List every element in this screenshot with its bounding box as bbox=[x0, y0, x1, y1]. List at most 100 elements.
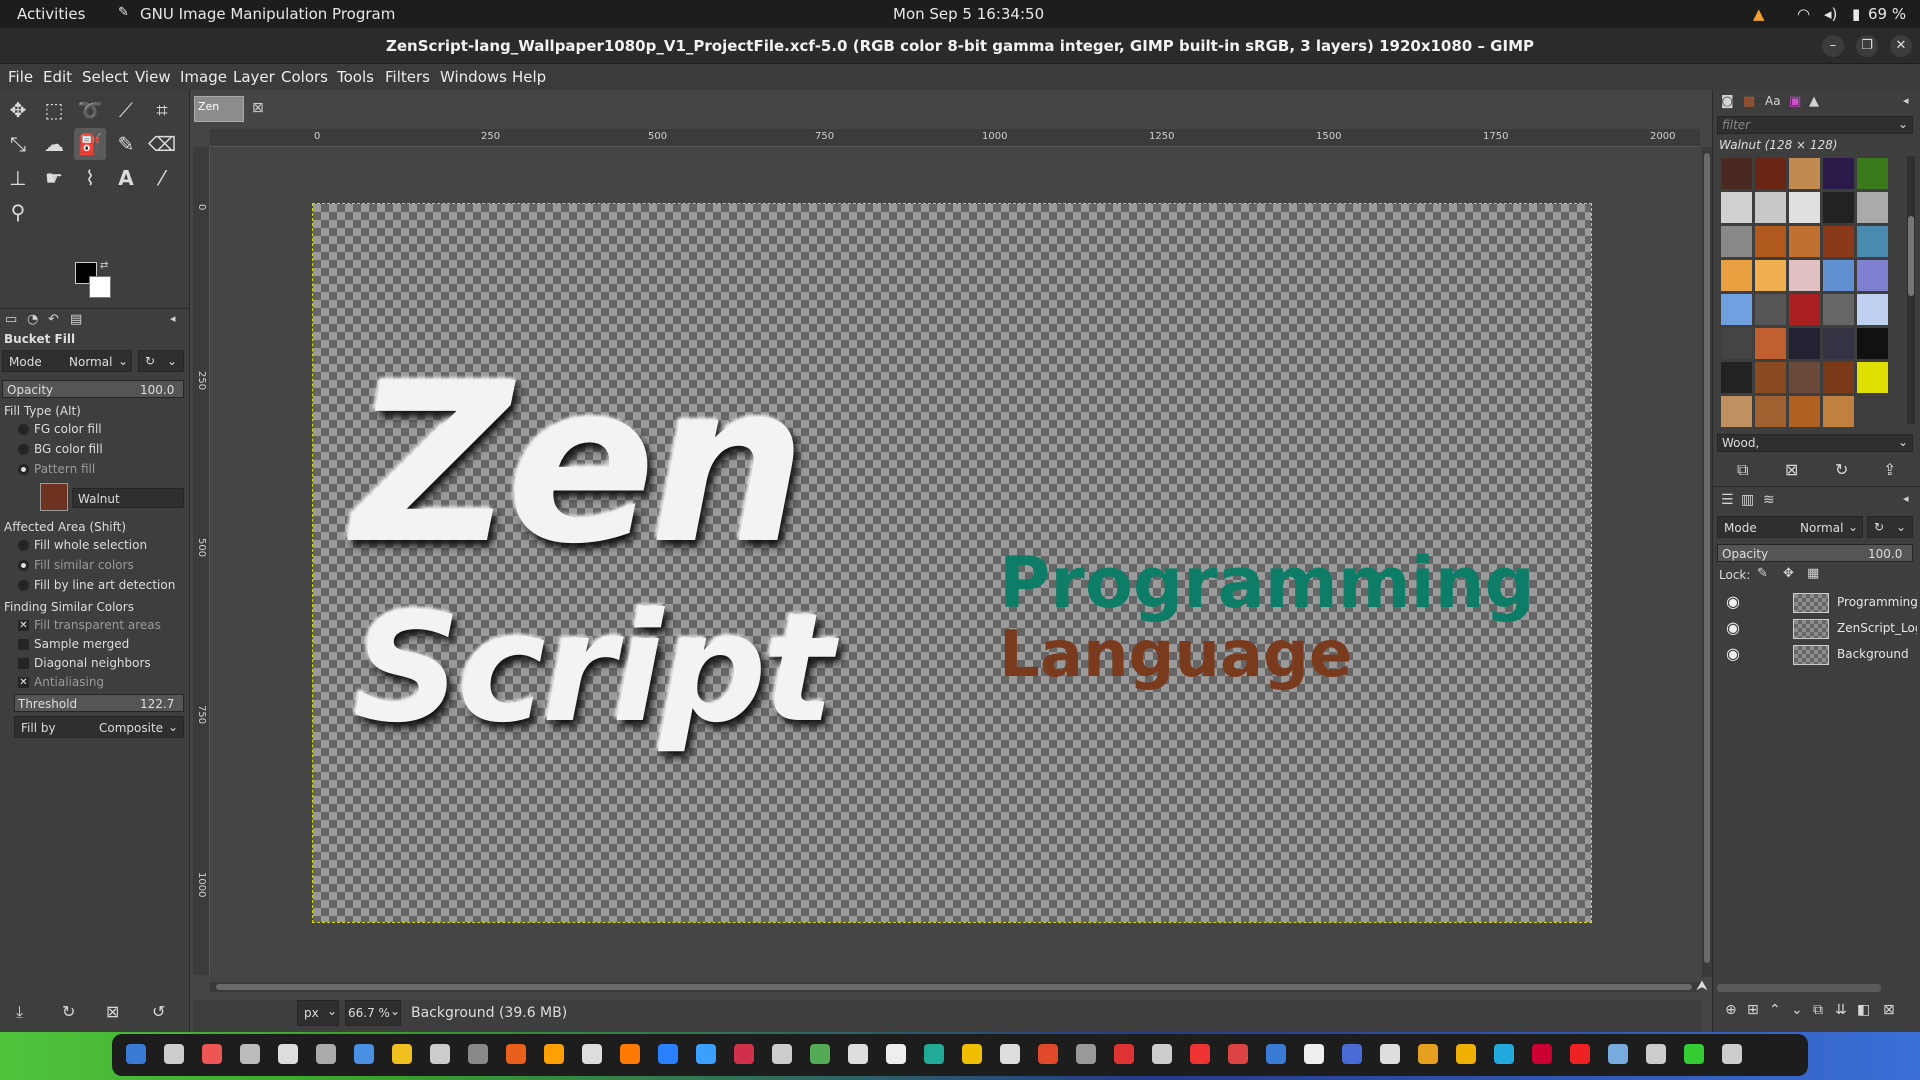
dock-app-icon[interactable] bbox=[1342, 1044, 1362, 1064]
dock-app-icon[interactable] bbox=[1646, 1044, 1666, 1064]
dock-app-icon[interactable] bbox=[1152, 1044, 1172, 1064]
dock-app-icon[interactable] bbox=[1228, 1044, 1248, 1064]
horizontal-scroll-thumb[interactable] bbox=[216, 984, 1692, 990]
menu-select[interactable]: Select bbox=[82, 68, 128, 86]
dock-app-icon[interactable] bbox=[1266, 1044, 1286, 1064]
dock-app-icon[interactable] bbox=[202, 1044, 222, 1064]
pattern-thumbnail[interactable] bbox=[1857, 294, 1888, 325]
gradients-tab-icon[interactable]: ▣ bbox=[1789, 94, 1801, 109]
color-picker-tool-icon[interactable]: ⁄ bbox=[146, 162, 178, 194]
pattern-tag-input[interactable]: Wood, ⌄ bbox=[1717, 434, 1913, 452]
paths-tool-icon[interactable]: ⌇ bbox=[74, 162, 106, 194]
panel-menu-icon[interactable]: ◂ bbox=[1903, 94, 1909, 107]
dock-app-icon[interactable] bbox=[506, 1044, 526, 1064]
lock-alpha-icon[interactable]: ▦ bbox=[1807, 566, 1819, 581]
sample-merged-checkbox[interactable] bbox=[18, 639, 29, 650]
bg-fill-radio[interactable] bbox=[18, 444, 29, 455]
dock-app-icon[interactable] bbox=[658, 1044, 678, 1064]
duplicate-pattern-icon[interactable]: ⧉ bbox=[1737, 460, 1748, 480]
vertical-scroll-thumb[interactable] bbox=[1704, 153, 1710, 963]
mode-select[interactable]: Mode Normal ⌄ bbox=[2, 350, 132, 372]
dock-app-icon[interactable] bbox=[1418, 1044, 1438, 1064]
dock-app-icon[interactable] bbox=[810, 1044, 830, 1064]
dock-app-icon[interactable] bbox=[1684, 1044, 1704, 1064]
fill-whole-selection-label[interactable]: Fill whole selection bbox=[34, 538, 147, 552]
swap-colors-icon[interactable]: ⇄ bbox=[100, 260, 108, 271]
merge-layer-icon[interactable]: ⇊ bbox=[1835, 1002, 1847, 1018]
dock-app-icon[interactable] bbox=[468, 1044, 488, 1064]
warp-tool-icon[interactable]: ☁ bbox=[38, 128, 70, 160]
zoom-tool-icon[interactable]: ⚲ bbox=[2, 196, 34, 228]
channels-tab-icon[interactable]: ▥ bbox=[1741, 492, 1754, 508]
fill-whole-selection-radio[interactable] bbox=[18, 540, 29, 551]
menu-windows[interactable]: Windows bbox=[440, 68, 507, 86]
crop-tool-icon[interactable]: ⌗ bbox=[146, 94, 178, 126]
fg-fill-label[interactable]: FG color fill bbox=[34, 422, 102, 436]
new-group-icon[interactable]: ⊞ bbox=[1747, 1002, 1759, 1018]
dock-app-icon[interactable] bbox=[582, 1044, 602, 1064]
undo-history-tab-icon[interactable]: ↶ bbox=[48, 312, 59, 327]
menu-help[interactable]: Help bbox=[512, 68, 546, 86]
diagonal-neighbors-label[interactable]: Diagonal neighbors bbox=[34, 656, 151, 670]
threshold-slider[interactable]: Threshold 122.7 bbox=[14, 694, 184, 712]
dock-app-icon[interactable] bbox=[772, 1044, 792, 1064]
antialiasing-checkbox[interactable]: ✕ bbox=[18, 677, 29, 688]
reset-options-icon[interactable]: ↺ bbox=[152, 1002, 165, 1021]
pattern-scroll-thumb[interactable] bbox=[1908, 216, 1914, 296]
dock-app-icon[interactable] bbox=[1494, 1044, 1514, 1064]
pattern-thumbnail[interactable] bbox=[1823, 328, 1854, 359]
dock-app-icon[interactable] bbox=[240, 1044, 260, 1064]
clone-tool-icon[interactable]: ⊥ bbox=[2, 162, 34, 194]
pattern-thumbnail[interactable] bbox=[1823, 294, 1854, 325]
mask-layer-icon[interactable]: ◧ bbox=[1857, 1002, 1870, 1018]
bg-fill-label[interactable]: BG color fill bbox=[34, 442, 103, 456]
delete-options-icon[interactable]: ⊠ bbox=[106, 1002, 119, 1021]
dock-app-icon[interactable] bbox=[734, 1044, 754, 1064]
rect-select-tool-icon[interactable]: ⬚ bbox=[38, 94, 70, 126]
horizontal-scrollbar[interactable] bbox=[210, 982, 1700, 992]
dock-app-icon[interactable] bbox=[278, 1044, 298, 1064]
raise-layer-icon[interactable]: ⌃ bbox=[1769, 1002, 1781, 1018]
vertical-scrollbar[interactable] bbox=[1702, 147, 1712, 977]
pattern-thumbnail[interactable] bbox=[1857, 158, 1888, 189]
fill-transparent-checkbox[interactable]: ✕ bbox=[18, 620, 29, 631]
menu-file[interactable]: File bbox=[8, 68, 33, 86]
image-tab[interactable]: Zen bbox=[194, 96, 244, 122]
layer-mode-reset[interactable]: ↻ ⌄ bbox=[1867, 516, 1913, 538]
dock-app-icon[interactable] bbox=[1722, 1044, 1742, 1064]
horizontal-ruler[interactable]: 0 250 500 750 1000 1250 1500 1750 2000 bbox=[210, 129, 1700, 147]
wifi-icon[interactable]: ◠ bbox=[1797, 5, 1810, 23]
navigate-icon[interactable]: ⮝ bbox=[1696, 978, 1708, 994]
panel-menu-icon[interactable]: ◂ bbox=[1903, 492, 1909, 505]
pattern-thumbnail[interactable] bbox=[1789, 158, 1820, 189]
close-button[interactable]: ✕ bbox=[1890, 35, 1912, 57]
dock-app-icon[interactable] bbox=[1038, 1044, 1058, 1064]
fonts-tab-icon[interactable]: Aa bbox=[1765, 94, 1781, 108]
dock-app-icon[interactable] bbox=[164, 1044, 184, 1064]
dock-app-icon[interactable] bbox=[1456, 1044, 1476, 1064]
maximize-button[interactable]: ❐ bbox=[1856, 35, 1878, 57]
volume-icon[interactable]: ◂) bbox=[1824, 5, 1837, 23]
dock-app-icon[interactable] bbox=[1532, 1044, 1552, 1064]
pattern-thumbnail[interactable] bbox=[1823, 158, 1854, 189]
eye-icon[interactable]: ◉ bbox=[1726, 592, 1740, 611]
dock-app-icon[interactable] bbox=[126, 1044, 146, 1064]
open-pattern-icon[interactable]: ⇪ bbox=[1883, 460, 1896, 479]
dock-app-icon[interactable] bbox=[1304, 1044, 1324, 1064]
images-tab-icon[interactable]: ▤ bbox=[70, 312, 82, 327]
pattern-thumbnail[interactable] bbox=[1755, 226, 1786, 257]
brushes-tab-icon[interactable]: ◙ bbox=[1721, 94, 1734, 109]
battery-icon[interactable]: ▮ bbox=[1852, 5, 1860, 23]
pattern-thumbnail[interactable] bbox=[1857, 192, 1888, 223]
pattern-thumbnail[interactable] bbox=[1721, 192, 1752, 223]
lower-layer-icon[interactable]: ⌄ bbox=[1791, 1002, 1803, 1018]
pattern-thumbnail[interactable] bbox=[1857, 226, 1888, 257]
menu-colors[interactable]: Colors bbox=[281, 68, 328, 86]
zoom-select[interactable]: 66.7 % ⌄ bbox=[345, 1000, 401, 1026]
dock-app-icon[interactable] bbox=[1380, 1044, 1400, 1064]
dynamics-tab-icon[interactable]: ▲ bbox=[1809, 94, 1819, 109]
pattern-fill-radio[interactable] bbox=[18, 464, 29, 475]
dock-app-icon[interactable] bbox=[354, 1044, 374, 1064]
pattern-thumbnail[interactable] bbox=[1823, 226, 1854, 257]
dock-app-icon[interactable] bbox=[848, 1044, 868, 1064]
